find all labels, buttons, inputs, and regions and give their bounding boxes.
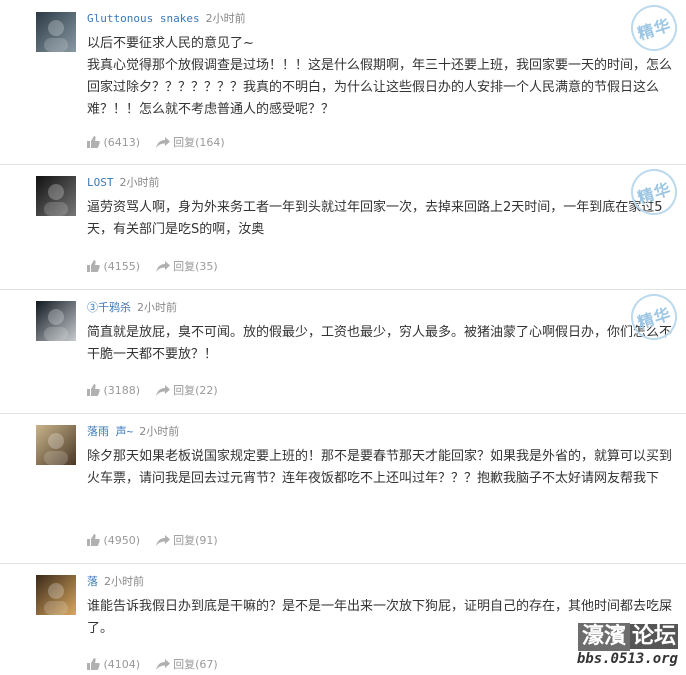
comment-header: LOST 2小时前 [87, 176, 160, 190]
reply-button[interactable]: 回复(164) [144, 136, 225, 149]
thumbs-up-icon [87, 658, 100, 670]
reply-arrow-icon [155, 261, 170, 272]
comment-header: 落 2小时前 [87, 575, 144, 589]
reply-count: (164) [195, 136, 225, 149]
like-count: (4950) [103, 534, 141, 547]
comment-item: Gluttonous snakes 2小时前 以后不要征求人民的意见了~ 我真心觉… [0, 0, 686, 165]
comment-actions: (4104) 回复(67) [87, 658, 218, 672]
like-count: (6413) [103, 136, 141, 149]
like-button[interactable]: (4950) [87, 534, 144, 547]
like-button[interactable]: (4104) [87, 658, 144, 671]
reply-label: 回复 [173, 534, 196, 547]
comment-time: 2小时前 [137, 301, 177, 314]
site-watermark: 濠濱 论坛 bbs.0513.org [577, 623, 678, 667]
comment-actions: (3188) 回复(22) [87, 384, 218, 398]
comment-text: 以后不要征求人民的意见了~ 我真心觉得那个放假调查是过场！！！这是什么假期啊，年… [87, 36, 673, 117]
comment-actions: (4155) 回复(35) [87, 260, 218, 274]
avatar[interactable] [36, 12, 76, 52]
avatar[interactable] [36, 176, 76, 216]
reply-arrow-icon [155, 535, 170, 546]
reply-label: 回复 [173, 658, 196, 671]
like-count: (4155) [103, 260, 141, 273]
avatar-image [36, 12, 76, 52]
watermark-brand-suffix: 论坛 [629, 624, 678, 649]
comment-actions: (4950) 回复(91) [87, 534, 218, 548]
comment-item: ③千鸦杀 2小时前 简直就是放屁，臭不可闻。放的假最少，工资也最少，穷人最多。被猪… [0, 288, 686, 414]
avatar-image [36, 176, 76, 216]
watermark-url: bbs.0513.org [576, 651, 678, 667]
username-link[interactable]: 落雨 声~ [87, 425, 133, 438]
avatar-image [36, 425, 76, 465]
like-count: (4104) [103, 658, 141, 671]
watermark-brand: 濠濱 论坛 [577, 623, 678, 651]
comment-time: 2小时前 [205, 12, 246, 25]
like-button[interactable]: (3188) [87, 384, 144, 397]
comment-actions: (6413) 回复(164) [87, 136, 225, 150]
reply-count: (67) [195, 658, 218, 671]
comment-time: 2小时前 [119, 176, 160, 189]
reply-label: 回复 [173, 384, 196, 397]
like-button[interactable]: (4155) [87, 260, 144, 273]
reply-label: 回复 [173, 136, 196, 149]
like-button[interactable]: (6413) [87, 136, 144, 149]
avatar[interactable] [36, 575, 76, 615]
thumbs-up-icon [87, 260, 100, 272]
comment-header: ③千鸦杀 2小时前 [87, 301, 177, 315]
thumbs-up-icon [87, 384, 100, 396]
username-link[interactable]: 落 [87, 575, 98, 588]
comment-item: LOST 2小时前 逼劳资骂人啊，身为外来务工者一年到头就过年回家一次，去掉来回路… [0, 163, 686, 290]
comment-text: 逼劳资骂人啊，身为外来务工者一年到头就过年回家一次，去掉来回路上2天时间，一年到… [87, 200, 663, 237]
username-link[interactable]: ③千鸦杀 [87, 301, 131, 314]
watermark-brand-name: 濠濱 [581, 624, 626, 649]
comment-header: 落雨 声~ 2小时前 [87, 425, 179, 439]
avatar[interactable] [36, 301, 76, 341]
reply-count: (91) [195, 534, 218, 547]
reply-arrow-icon [155, 385, 170, 396]
reply-count: (22) [195, 384, 218, 397]
avatar-image [36, 575, 76, 615]
comment-time: 2小时前 [139, 425, 180, 438]
thumbs-up-icon [87, 136, 100, 148]
comment-item: 落雨 声~ 2小时前 除夕那天如果老板说国家规定要上班的！那不是要春节那天才能回家… [0, 413, 686, 564]
comment-header: Gluttonous snakes 2小时前 [87, 12, 246, 26]
reply-arrow-icon [155, 659, 170, 670]
comment-text: 简直就是放屁，臭不可闻。放的假最少，工资也最少，穷人最多。被猪油蒙了心啊假日办，… [87, 325, 673, 362]
reply-button[interactable]: 回复(91) [144, 534, 218, 547]
comment-text: 除夕那天如果老板说国家规定要上班的！那不是要春节那天才能回家？如果我是外省的，就… [87, 449, 673, 486]
reply-arrow-icon [155, 137, 170, 148]
reply-count: (35) [195, 260, 218, 273]
avatar-image [36, 301, 76, 341]
username-link[interactable]: Gluttonous snakes [87, 12, 200, 25]
thumbs-up-icon [87, 534, 100, 546]
reply-label: 回复 [173, 260, 196, 273]
reply-button[interactable]: 回复(22) [144, 384, 218, 397]
reply-button[interactable]: 回复(67) [144, 658, 218, 671]
avatar[interactable] [36, 425, 76, 465]
username-link[interactable]: LOST [87, 176, 114, 189]
comment-time: 2小时前 [104, 575, 144, 588]
reply-button[interactable]: 回复(35) [144, 260, 218, 273]
like-count: (3188) [103, 384, 141, 397]
